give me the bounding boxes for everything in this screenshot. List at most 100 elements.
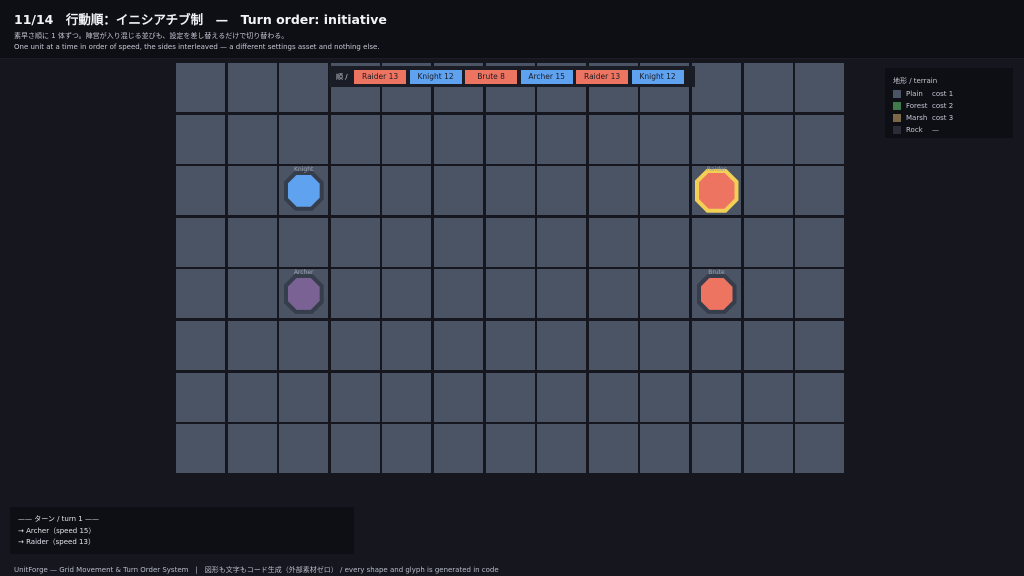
grid-tile[interactable] [640,166,690,216]
grid-tile[interactable] [176,217,225,267]
grid-tile[interactable] [537,114,587,164]
unit-knight[interactable]: Knight [282,166,326,213]
grid-tile[interactable] [795,320,845,370]
grid-tile[interactable] [227,269,277,319]
grid-tile[interactable] [485,424,535,474]
grid-tile[interactable] [433,424,483,474]
grid-tile[interactable] [537,424,587,474]
grid-tile[interactable] [433,217,483,267]
grid-tile[interactable] [588,217,638,267]
grid-tile[interactable] [588,424,638,474]
grid-tile[interactable] [537,372,587,422]
grid-tile[interactable] [176,114,225,164]
grid-tile[interactable] [640,269,690,319]
grid-tile[interactable] [279,424,329,474]
grid-tile[interactable] [743,424,793,474]
grid-tile[interactable] [795,269,845,319]
grid-tile[interactable] [795,424,845,474]
grid-tile[interactable] [176,424,225,474]
grid-tile[interactable] [330,372,380,422]
grid-tile[interactable] [795,372,845,422]
grid-tile[interactable] [743,63,793,112]
grid-tile[interactable] [382,424,432,474]
grid-tile[interactable] [330,320,380,370]
grid-tile[interactable] [640,320,690,370]
grid-tile[interactable] [588,320,638,370]
grid-tile[interactable] [537,166,587,216]
turn-log: —— ターン / turn 1 —— → Archer（speed 15） → … [10,507,354,554]
grid-tile[interactable] [176,372,225,422]
grid-tile[interactable] [743,269,793,319]
grid-tile[interactable] [485,320,535,370]
grid-tile[interactable] [691,114,741,164]
grid-tile[interactable] [330,114,380,164]
grid-tile[interactable] [433,372,483,422]
grid-tile[interactable] [330,166,380,216]
grid-tile[interactable] [691,424,741,474]
grid-tile[interactable] [640,424,690,474]
grid-tile[interactable] [743,114,793,164]
grid-tile[interactable] [433,114,483,164]
grid-tile[interactable] [176,320,225,370]
grid-tile[interactable] [588,166,638,216]
grid-tile[interactable] [485,217,535,267]
grid-tile[interactable] [640,114,690,164]
grid-tile[interactable] [588,372,638,422]
grid-tile[interactable] [227,166,277,216]
grid-tile[interactable] [279,63,329,112]
unit-raider[interactable]: Raider [694,166,739,213]
grid-tile[interactable] [743,372,793,422]
grid-tile[interactable] [795,63,845,112]
grid-tile[interactable] [330,269,380,319]
grid-tile[interactable] [279,372,329,422]
turn-order-chip-knight: Knight 12 [409,69,462,84]
grid-tile[interactable] [176,63,225,112]
grid-tile[interactable] [330,424,380,474]
grid-tile[interactable] [485,269,535,319]
unit-brute[interactable]: Brute [695,269,739,316]
grid-tile[interactable] [330,217,380,267]
unit-archer[interactable]: Archer [282,269,326,316]
grid-tile[interactable] [176,166,225,216]
legend-item-name: Marsh [906,114,928,122]
grid-tile[interactable] [433,269,483,319]
grid-tile[interactable] [382,217,432,267]
grid-tile[interactable] [485,372,535,422]
grid-tile[interactable] [537,217,587,267]
grid-tile[interactable] [279,217,329,267]
grid-tile[interactable] [640,372,690,422]
grid-tile[interactable] [382,320,432,370]
grid-tile[interactable] [691,63,741,112]
grid-tile[interactable] [795,217,845,267]
grid-tile[interactable] [227,372,277,422]
grid-tile[interactable] [743,320,793,370]
grid-tile[interactable] [485,166,535,216]
grid-tile[interactable] [382,114,432,164]
grid-tile[interactable] [795,166,845,216]
grid-tile[interactable] [537,320,587,370]
grid-tile[interactable] [227,320,277,370]
grid-tile[interactable] [227,217,277,267]
grid-tile[interactable] [485,114,535,164]
grid-tile[interactable] [433,166,483,216]
grid-tile[interactable] [382,166,432,216]
grid-tile[interactable] [227,63,277,112]
grid-tile[interactable] [691,217,741,267]
grid-tile[interactable] [795,114,845,164]
grid-tile[interactable] [279,320,329,370]
grid-tile[interactable] [743,217,793,267]
grid-tile[interactable] [691,320,741,370]
grid-tile[interactable] [176,269,225,319]
grid-tile[interactable] [227,114,277,164]
grid-tile[interactable] [382,372,432,422]
grid-tile[interactable] [227,424,277,474]
grid-tile[interactable] [279,114,329,164]
grid-tile[interactable] [588,269,638,319]
grid-tile[interactable] [588,114,638,164]
grid-tile[interactable] [640,217,690,267]
grid-tile[interactable] [537,269,587,319]
grid-tile[interactable] [743,166,793,216]
grid-tile[interactable] [433,320,483,370]
grid-tile[interactable] [691,372,741,422]
grid-tile[interactable] [382,269,432,319]
